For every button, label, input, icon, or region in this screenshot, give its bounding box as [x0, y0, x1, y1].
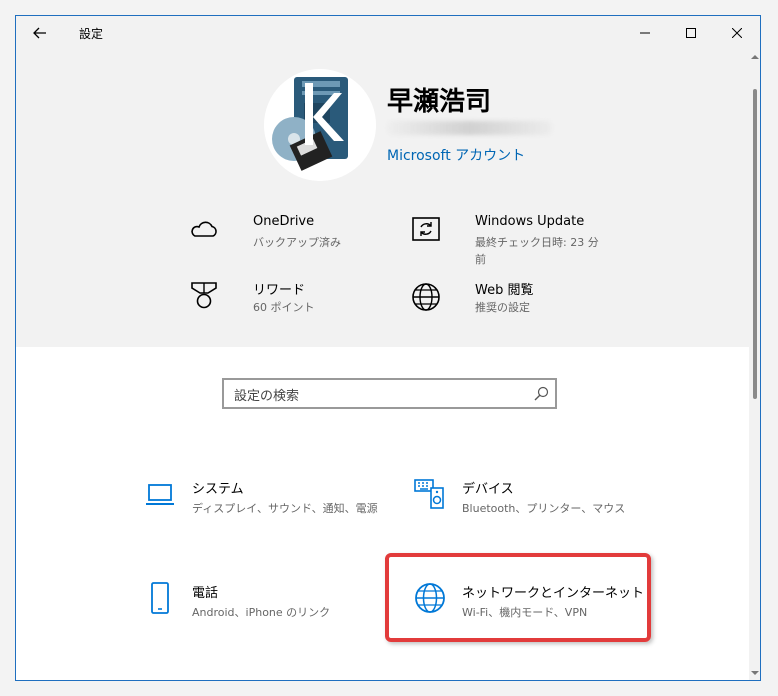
scroll-thumb[interactable]: [753, 89, 757, 399]
shortcut-subtitle: 60 ポイント: [253, 301, 315, 314]
category-system[interactable]: システム ディスプレイ、サウンド、通知、電源: [144, 478, 378, 534]
phone-icon: [151, 582, 169, 614]
category-title: デバイス: [462, 482, 514, 497]
keyboard-speaker-icon: [414, 479, 444, 509]
shortcut-subtitle: バックアップ済み: [253, 236, 341, 249]
update-icon: [412, 217, 440, 241]
category-subtitle: Android、iPhone のリンク: [192, 606, 331, 619]
scrollbar[interactable]: [749, 49, 760, 680]
close-icon: [732, 27, 742, 38]
scroll-up-icon[interactable]: [751, 53, 759, 61]
avatar[interactable]: [264, 69, 376, 181]
globe-icon: [412, 283, 440, 311]
laptop-icon: [146, 484, 174, 505]
window-title: 設定: [79, 27, 104, 41]
shortcut-windows-update[interactable]: Windows Update 最終チェック日時: 23 分前: [410, 214, 610, 266]
back-button[interactable]: [26, 22, 54, 44]
shortcut-subtitle: 最終チェック日時: 23 分前: [475, 236, 599, 266]
settings-window: 設定 早瀬浩司 Microsoft アカウント OneDrive バックアップ済…: [15, 15, 761, 681]
microsoft-account-link[interactable]: Microsoft アカウント: [387, 145, 525, 165]
category-subtitle: Bluetooth、プリンター、マウス: [462, 502, 626, 515]
search-icon: [534, 386, 549, 401]
shortcut-rewards[interactable]: リワード 60 ポイント: [188, 279, 388, 329]
minimize-icon: [640, 32, 650, 33]
category-title: システム: [192, 482, 244, 497]
medal-icon: [191, 282, 217, 309]
shortcut-title: リワード: [253, 283, 306, 298]
back-arrow-icon: [33, 27, 46, 39]
shortcut-title: OneDrive: [253, 214, 315, 229]
account-header: 早瀬浩司 Microsoft アカウント OneDrive バックアップ済み W…: [16, 49, 749, 347]
close-button[interactable]: [714, 16, 760, 49]
maximize-button[interactable]: [668, 16, 714, 49]
shortcut-subtitle: 推奨の設定: [475, 301, 530, 314]
cloud-icon: [191, 221, 217, 237]
category-devices[interactable]: デバイス Bluetooth、プリンター、マウス: [414, 478, 644, 534]
settings-search-input[interactable]: 設定の検索: [222, 378, 557, 409]
maximize-icon: [686, 27, 696, 38]
shortcut-web-browsing[interactable]: Web 閲覧 推奨の設定: [410, 279, 610, 329]
minimize-button[interactable]: [622, 16, 668, 49]
title-bar: 設定: [16, 16, 760, 49]
shortcut-onedrive[interactable]: OneDrive バックアップ済み: [188, 214, 388, 264]
email-redacted: [387, 121, 552, 135]
user-name: 早瀬浩司: [387, 87, 492, 117]
category-phone[interactable]: 電話 Android、iPhone のリンク: [144, 582, 374, 638]
shortcut-title: Windows Update: [475, 214, 585, 229]
category-subtitle: ディスプレイ、サウンド、通知、電源: [192, 502, 378, 515]
category-title: 電話: [192, 586, 219, 601]
search-placeholder: 設定の検索: [234, 389, 300, 404]
avatar-image: [264, 69, 376, 181]
highlight-annotation: [385, 553, 651, 642]
scroll-down-icon[interactable]: [751, 669, 759, 677]
shortcut-title: Web 閲覧: [475, 283, 534, 298]
